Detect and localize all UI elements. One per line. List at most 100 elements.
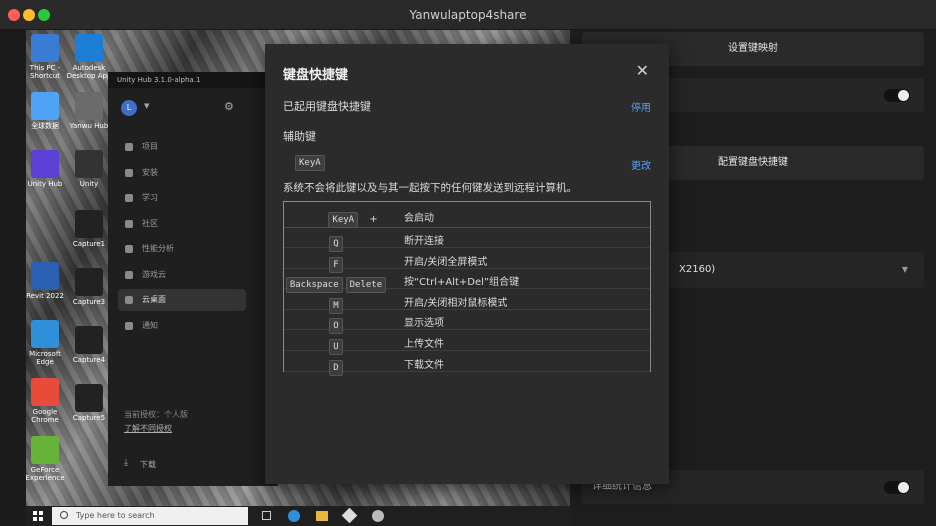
header-key: KeyA	[328, 212, 359, 228]
modifier-key: KeyA	[295, 155, 325, 171]
app-icon	[31, 320, 59, 348]
shortcut-desc: 断开连接	[404, 236, 444, 247]
sidebar-item-label: 游戏云	[142, 269, 166, 279]
keyboard-shortcuts-dialog: 键盘快捷键 ✕ 已起用键盘快捷键 停用 辅助键 KeyA 更改 系统不会将此键以…	[265, 44, 669, 484]
app-icon	[31, 150, 59, 178]
sidebar-item-label: 云桌面	[142, 295, 166, 304]
app-icon	[75, 268, 103, 296]
sidebar-item-2[interactable]: 学习	[118, 187, 246, 209]
avatar[interactable]: L	[121, 100, 137, 116]
shortcut-row: D 下载文件	[284, 352, 650, 376]
license-text: 当前授权：个人版	[124, 410, 188, 419]
sidebar-item-4[interactable]: 性能分析	[118, 238, 246, 260]
shortcut-desc: 开启/关闭全屏模式	[404, 256, 488, 268]
app-icon	[75, 210, 103, 238]
sidebar-item-0[interactable]: 项目	[118, 136, 246, 158]
unity-hub-title: Unity Hub 3.1.0-alpha.1	[108, 72, 278, 88]
edge-taskbar-icon[interactable]	[288, 510, 300, 522]
desktop-icon[interactable]: Capture4	[64, 326, 114, 364]
sidebar-item-5[interactable]: 游戏云	[118, 264, 246, 286]
desktop-icon[interactable]: Capture5	[64, 384, 114, 422]
shortcut-desc: 按“Ctrl+Alt+Del”组合键	[404, 277, 520, 289]
desktop-icon[interactable]: Unity	[64, 150, 114, 188]
shortcut-table: KeyA + 会启动 Q 断开连接 F 开启/关闭全屏模式 Backspace Delet…	[283, 201, 651, 376]
lock-icon	[125, 168, 133, 177]
shortcut-row: F 开启/关闭全屏模式	[284, 249, 650, 273]
unity-taskbar-icon[interactable]	[341, 507, 358, 524]
desktop-icon-label: Capture3	[72, 298, 106, 306]
shortcut-desc: 上传文件	[404, 339, 444, 350]
stats-toggle[interactable]	[884, 481, 910, 494]
shortcut-desc: 下载文件	[404, 359, 444, 371]
dialog-title: 键盘快捷键	[283, 68, 349, 83]
shortcut-key: D	[329, 359, 343, 376]
shortcut-row: M 开启/关闭相对鼠标模式	[284, 290, 650, 314]
sidebar-item-label: 通知	[142, 320, 158, 330]
shortcut-row: Backspace Delete 按“Ctrl+Alt+Del”组合键	[284, 269, 650, 294]
sidebar-item-label: 项目	[142, 142, 158, 151]
desktop-icon[interactable]: Autodesk Desktop App	[64, 34, 114, 80]
chevron-down-icon[interactable]: ▼	[144, 102, 149, 110]
bar-chart-icon	[125, 245, 133, 253]
windows-start-icon[interactable]	[33, 511, 43, 521]
shortcut-table-header: KeyA + 会启动	[284, 202, 650, 228]
license-link[interactable]: 了解不同授权	[124, 423, 172, 434]
desktop-icon	[125, 296, 133, 304]
shortcut-row: U 上传文件	[284, 331, 650, 355]
desktop-icon-label: Capture4	[72, 356, 106, 364]
desktop-icon-label: Capture1	[72, 240, 106, 248]
desktop-icon-label: GeForce Experience	[26, 466, 65, 482]
shortcut-keys: D	[284, 355, 388, 376]
people-icon	[125, 219, 133, 228]
app-icon	[31, 34, 59, 62]
gear-icon[interactable]: ⚙	[224, 100, 234, 113]
sidebar-item-label: 安装	[142, 167, 158, 177]
hub-taskbar-icon[interactable]	[372, 510, 384, 522]
app-icon	[75, 384, 103, 412]
windows-taskbar: Type here to search	[26, 506, 570, 526]
download-icon: ⤓	[124, 458, 128, 468]
app-icon	[75, 34, 103, 62]
window-title: Yanwulaptop4share	[409, 8, 527, 22]
graduation-icon	[125, 194, 133, 202]
task-view-icon[interactable]	[262, 511, 271, 520]
app-icon	[31, 378, 59, 406]
download-label[interactable]: 下载	[140, 459, 156, 470]
unity-hub-window: Unity Hub 3.1.0-alpha.1 L ▼ ⚙ 项目安装学习社区性能…	[108, 72, 278, 486]
desktop-icon[interactable]: GeForce Experience	[26, 436, 70, 482]
desktop-icon[interactable]: Capture3	[64, 268, 114, 306]
search-icon	[60, 511, 68, 519]
desktop-icon-label: Autodesk Desktop App	[66, 64, 112, 80]
sidebar-item-label: 性能分析	[142, 244, 174, 253]
close-icon[interactable]: ✕	[636, 61, 649, 80]
sidebar-item-6[interactable]: 云桌面	[118, 289, 246, 311]
search-placeholder: Type here to search	[76, 511, 155, 520]
taskbar-search-input[interactable]: Type here to search	[52, 507, 248, 525]
setting-toggle[interactable]	[884, 89, 910, 102]
header-desc: 会启动	[404, 213, 434, 224]
desktop-icon-label: Capture5	[72, 414, 106, 422]
shortcut-desc: 开启/关闭相对鼠标模式	[404, 297, 508, 309]
desktop-icon[interactable]: Yanwu Hub	[64, 92, 114, 130]
desktop-icon-label: Unity	[79, 180, 99, 188]
app-icon	[31, 92, 59, 120]
window-titlebar: Yanwulaptop4share	[0, 0, 936, 30]
header-plus: +	[369, 214, 378, 225]
shortcut-row: Q 断开连接	[284, 228, 650, 252]
bell-icon	[125, 321, 133, 330]
sidebar-item-3[interactable]: 社区	[118, 213, 246, 235]
modifier-label: 辅助键	[283, 130, 316, 143]
sidebar-item-7[interactable]: 通知	[118, 315, 246, 337]
file-explorer-icon[interactable]	[316, 511, 328, 521]
cube-icon	[125, 143, 133, 151]
app-icon	[75, 326, 103, 354]
sidebar-item-label: 学习	[142, 193, 158, 202]
cloud-icon	[125, 270, 133, 279]
shortcut-row: O 显示选项	[284, 310, 650, 335]
change-link[interactable]: 更改	[631, 157, 651, 172]
sidebar-item-1[interactable]: 安装	[118, 162, 246, 184]
desktop-icon[interactable]: Capture1	[64, 210, 114, 248]
shortcut-desc: 显示选项	[404, 318, 444, 330]
disable-link[interactable]: 停用	[631, 99, 651, 114]
app-icon	[31, 436, 59, 464]
